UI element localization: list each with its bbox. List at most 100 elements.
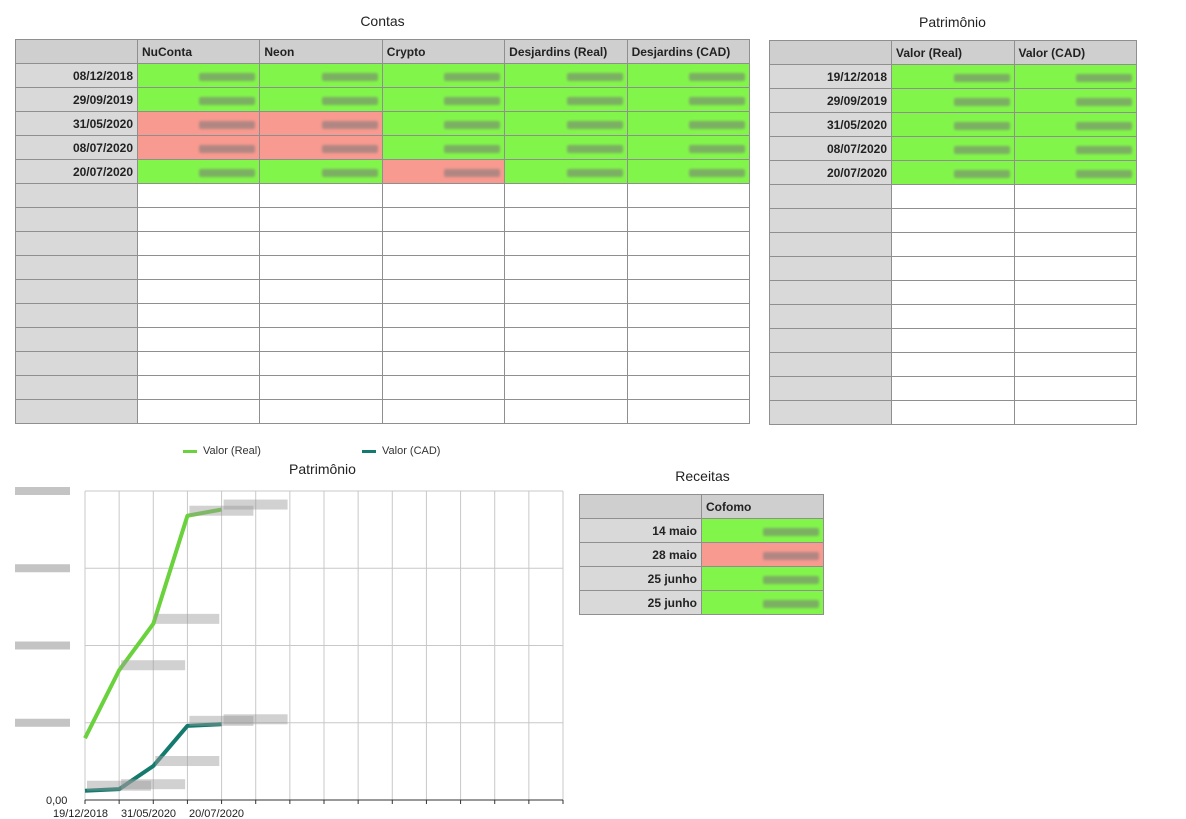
empty-cell[interactable] [259, 255, 383, 280]
cell-redacted-red[interactable] [701, 542, 824, 567]
row-header[interactable] [15, 327, 138, 352]
empty-cell[interactable] [504, 303, 628, 328]
empty-cell[interactable] [1013, 352, 1137, 377]
empty-cell[interactable] [259, 231, 383, 256]
cell-redacted-red[interactable] [136, 135, 261, 160]
empty-cell[interactable] [891, 400, 1015, 425]
empty-cell[interactable] [381, 279, 506, 304]
empty-cell[interactable] [381, 303, 506, 328]
empty-cell[interactable] [1013, 256, 1137, 281]
cell-redacted-green[interactable] [259, 63, 383, 88]
empty-cell[interactable] [136, 303, 261, 328]
empty-cell[interactable] [1013, 184, 1137, 209]
empty-cell[interactable] [136, 351, 261, 376]
cell-redacted-green[interactable] [626, 111, 751, 136]
row-header[interactable] [15, 303, 138, 328]
row-header[interactable]: 29/09/2019 [15, 87, 138, 112]
empty-cell[interactable] [504, 231, 628, 256]
empty-cell[interactable] [504, 399, 628, 424]
empty-cell[interactable] [891, 352, 1015, 377]
cell-redacted-green[interactable] [504, 63, 628, 88]
empty-cell[interactable] [259, 375, 383, 400]
cell-redacted-green[interactable] [1013, 112, 1137, 137]
row-header[interactable]: 31/05/2020 [769, 112, 892, 137]
empty-cell[interactable] [626, 255, 751, 280]
empty-cell[interactable] [136, 399, 261, 424]
cell-redacted-green[interactable] [891, 136, 1015, 161]
contas-col-header[interactable] [15, 39, 138, 64]
contas-col-header[interactable]: Neon [259, 39, 383, 64]
empty-cell[interactable] [891, 208, 1015, 233]
row-header[interactable]: 20/07/2020 [769, 160, 892, 185]
cell-redacted-green[interactable] [381, 87, 506, 112]
row-header[interactable] [769, 400, 892, 425]
cell-redacted-green[interactable] [259, 87, 383, 112]
row-header[interactable] [769, 376, 892, 401]
empty-cell[interactable] [1013, 376, 1137, 401]
empty-cell[interactable] [1013, 304, 1137, 329]
empty-cell[interactable] [259, 279, 383, 304]
empty-cell[interactable] [504, 207, 628, 232]
empty-cell[interactable] [259, 399, 383, 424]
cell-redacted-green[interactable] [626, 135, 751, 160]
row-header[interactable]: 19/12/2018 [769, 64, 892, 89]
empty-cell[interactable] [891, 376, 1015, 401]
empty-cell[interactable] [891, 304, 1015, 329]
row-header[interactable] [15, 279, 138, 304]
empty-cell[interactable] [259, 207, 383, 232]
cell-redacted-green[interactable] [504, 87, 628, 112]
row-header[interactable]: 25 junho [579, 566, 702, 591]
row-header[interactable] [769, 352, 892, 377]
row-header[interactable] [769, 304, 892, 329]
row-header[interactable] [15, 399, 138, 424]
cell-redacted-red[interactable] [259, 111, 383, 136]
contas-col-header[interactable]: Desjardins (CAD) [626, 39, 751, 64]
row-header[interactable]: 31/05/2020 [15, 111, 138, 136]
cell-redacted-green[interactable] [381, 111, 506, 136]
empty-cell[interactable] [1013, 232, 1137, 257]
cell-redacted-green[interactable] [891, 112, 1015, 137]
cell-redacted-green[interactable] [136, 159, 261, 184]
empty-cell[interactable] [891, 256, 1015, 281]
empty-cell[interactable] [626, 351, 751, 376]
contas-col-header[interactable]: Desjardins (Real) [504, 39, 628, 64]
cell-redacted-green[interactable] [504, 111, 628, 136]
empty-cell[interactable] [626, 183, 751, 208]
cell-redacted-green[interactable] [504, 159, 628, 184]
cell-redacted-green[interactable] [1013, 88, 1137, 113]
empty-cell[interactable] [259, 303, 383, 328]
row-header[interactable]: 08/07/2020 [769, 136, 892, 161]
empty-cell[interactable] [136, 375, 261, 400]
row-header[interactable] [769, 232, 892, 257]
empty-cell[interactable] [1013, 400, 1137, 425]
cell-redacted-green[interactable] [381, 63, 506, 88]
patrimonio_table-col-header[interactable]: Valor (CAD) [1013, 40, 1137, 65]
empty-cell[interactable] [381, 183, 506, 208]
empty-cell[interactable] [626, 327, 751, 352]
row-header[interactable]: 14 maio [579, 518, 702, 543]
row-header[interactable] [769, 328, 892, 353]
cell-redacted-green[interactable] [381, 135, 506, 160]
patrimonio_table-col-header[interactable] [769, 40, 892, 65]
empty-cell[interactable] [504, 375, 628, 400]
cell-redacted-green[interactable] [504, 135, 628, 160]
empty-cell[interactable] [891, 328, 1015, 353]
empty-cell[interactable] [891, 280, 1015, 305]
empty-cell[interactable] [891, 232, 1015, 257]
empty-cell[interactable] [504, 255, 628, 280]
empty-cell[interactable] [504, 279, 628, 304]
empty-cell[interactable] [259, 183, 383, 208]
row-header[interactable]: 25 junho [579, 590, 702, 615]
empty-cell[interactable] [259, 327, 383, 352]
cell-redacted-green[interactable] [1013, 136, 1137, 161]
row-header[interactable] [769, 256, 892, 281]
empty-cell[interactable] [381, 351, 506, 376]
empty-cell[interactable] [136, 183, 261, 208]
empty-cell[interactable] [136, 207, 261, 232]
empty-cell[interactable] [381, 255, 506, 280]
row-header[interactable]: 08/12/2018 [15, 63, 138, 88]
empty-cell[interactable] [626, 231, 751, 256]
row-header[interactable]: 08/07/2020 [15, 135, 138, 160]
empty-cell[interactable] [259, 351, 383, 376]
cell-redacted-green[interactable] [701, 518, 824, 543]
